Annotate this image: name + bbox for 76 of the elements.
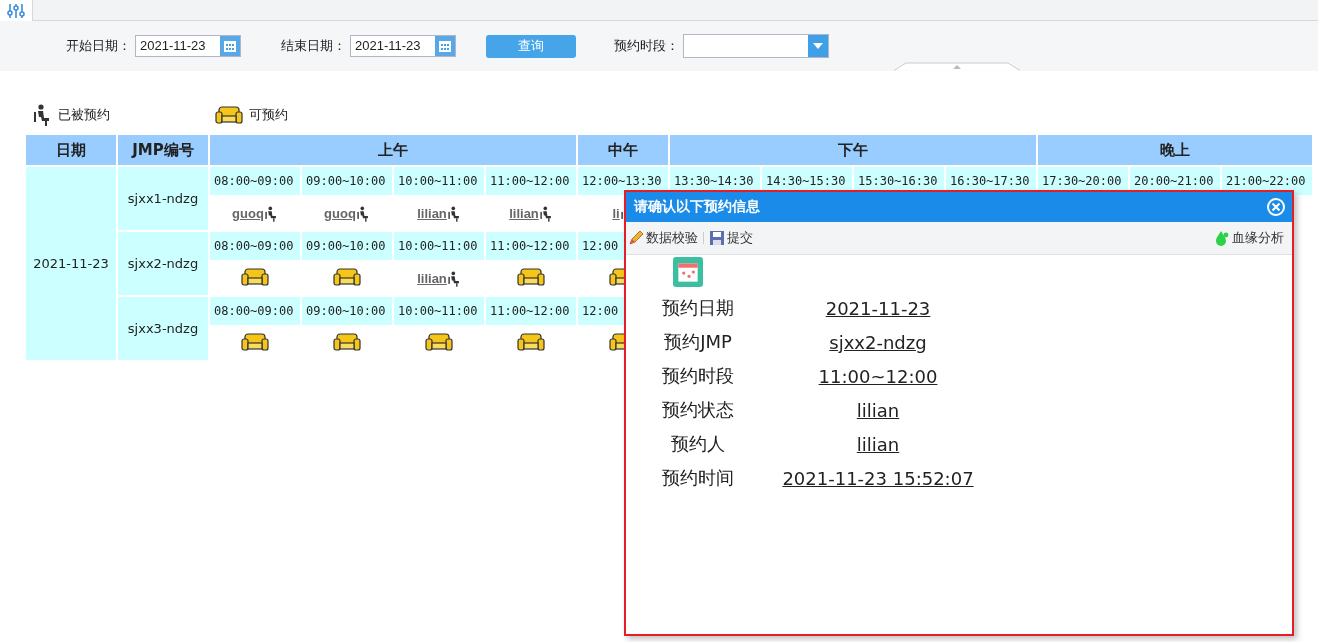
jmp-cell: sjxx1-ndzg — [118, 167, 208, 230]
time-slot-cell: 08:00~09:00 — [210, 232, 300, 260]
toolbar-button[interactable]: 提交 — [707, 229, 755, 247]
user-link[interactable]: guoq — [232, 206, 264, 221]
toolbar-button[interactable]: 血缘分析 — [1212, 229, 1286, 247]
time-slot-cell: 08:00~09:00 — [210, 167, 300, 195]
user-link[interactable]: guoq — [324, 206, 356, 221]
time-slot-cell: 09:00~10:00 — [302, 297, 392, 325]
user-link[interactable]: lilian — [509, 206, 539, 221]
time-slot-cell: 10:00~11:00 — [394, 232, 484, 260]
seated-person-icon — [446, 205, 461, 222]
time-slot-cell: 10:00~11:00 — [394, 297, 484, 325]
user-link[interactable]: lilian — [417, 271, 447, 286]
field-value-link[interactable]: sjxx2-ndzg — [829, 331, 927, 353]
field-label: 预约时间 — [661, 466, 735, 490]
pencil-icon — [628, 230, 644, 246]
armchair-icon[interactable] — [425, 332, 453, 352]
field-value-link[interactable]: 2021-11-23 — [825, 297, 931, 319]
armchair-icon[interactable] — [333, 332, 361, 352]
calendar-icon[interactable] — [438, 39, 452, 53]
field-value-link[interactable]: lilian — [856, 433, 900, 455]
time-slot-cell: 12:00~13:30 — [578, 167, 668, 195]
field-label: 预约JMP — [663, 330, 733, 354]
dialog-title: 请确认以下预约信息 — [634, 198, 760, 216]
period-header: 中午 — [578, 135, 668, 165]
period-header: 下午 — [670, 135, 1036, 165]
collapse-handle[interactable] — [893, 62, 1021, 71]
period-select[interactable] — [683, 34, 829, 58]
filter-tab[interactable] — [0, 0, 33, 21]
date-cell: 2021-11-23 — [26, 167, 116, 360]
start-date-field[interactable]: 2021-11-23 — [135, 35, 241, 57]
time-slot-cell: 10:00~11:00 — [394, 167, 484, 195]
time-slot-cell: 11:00~12:00 — [486, 167, 576, 195]
user-link[interactable]: li — [612, 206, 620, 221]
armchair-icon[interactable] — [241, 267, 269, 287]
drop-icon — [1214, 230, 1230, 246]
time-slot-cell: 11:00~12:00 — [486, 232, 576, 260]
field-value-link[interactable]: 11:00~12:00 — [818, 365, 938, 387]
seated-person-icon — [538, 205, 553, 222]
field-value-link[interactable]: 2021-11-23 15:52:07 — [782, 467, 974, 489]
end-date-field[interactable]: 2021-11-23 — [350, 35, 456, 57]
jmp-cell: sjxx2-ndzg — [118, 232, 208, 295]
seated-person-icon — [446, 270, 461, 287]
field-value-link[interactable]: lilian — [856, 399, 900, 421]
user-link[interactable]: lilian — [417, 206, 447, 221]
caret-icon — [813, 43, 823, 49]
armchair-icon — [215, 105, 243, 125]
seated-person-icon — [32, 104, 52, 126]
time-slot-cell: 08:00~09:00 — [210, 297, 300, 325]
calendar-icon[interactable] — [223, 39, 237, 53]
period-header: 上午 — [210, 135, 576, 165]
period-label: 预约时段： — [614, 37, 679, 55]
save-icon — [709, 230, 725, 246]
start-date-label: 开始日期： — [66, 37, 131, 55]
armchair-icon[interactable] — [517, 332, 545, 352]
time-slot-cell: 11:00~12:00 — [486, 297, 576, 325]
legend-label: 可预约 — [249, 106, 288, 124]
legend-label: 已被预约 — [58, 106, 110, 124]
armchair-icon[interactable] — [333, 267, 361, 287]
time-slot-cell: 09:00~10:00 — [302, 232, 392, 260]
field-label: 预约时段 — [661, 364, 735, 388]
armchair-icon[interactable] — [517, 267, 545, 287]
end-date-label: 结束日期： — [281, 37, 346, 55]
period-header: 晚上 — [1038, 135, 1313, 165]
seated-person-icon — [355, 205, 370, 222]
column-header: JMP编号 — [118, 135, 208, 165]
field-label: 预约状态 — [661, 398, 735, 422]
close-icon[interactable] — [1266, 197, 1286, 217]
column-header: 日期 — [26, 135, 116, 165]
field-label: 预约人 — [670, 432, 726, 456]
calendar-icon — [673, 257, 703, 287]
sliders-icon — [6, 2, 26, 19]
time-slot-cell: 09:00~10:00 — [302, 167, 392, 195]
seated-person-icon — [263, 205, 278, 222]
jmp-cell: sjxx3-ndzg — [118, 297, 208, 360]
armchair-icon[interactable] — [241, 332, 269, 352]
